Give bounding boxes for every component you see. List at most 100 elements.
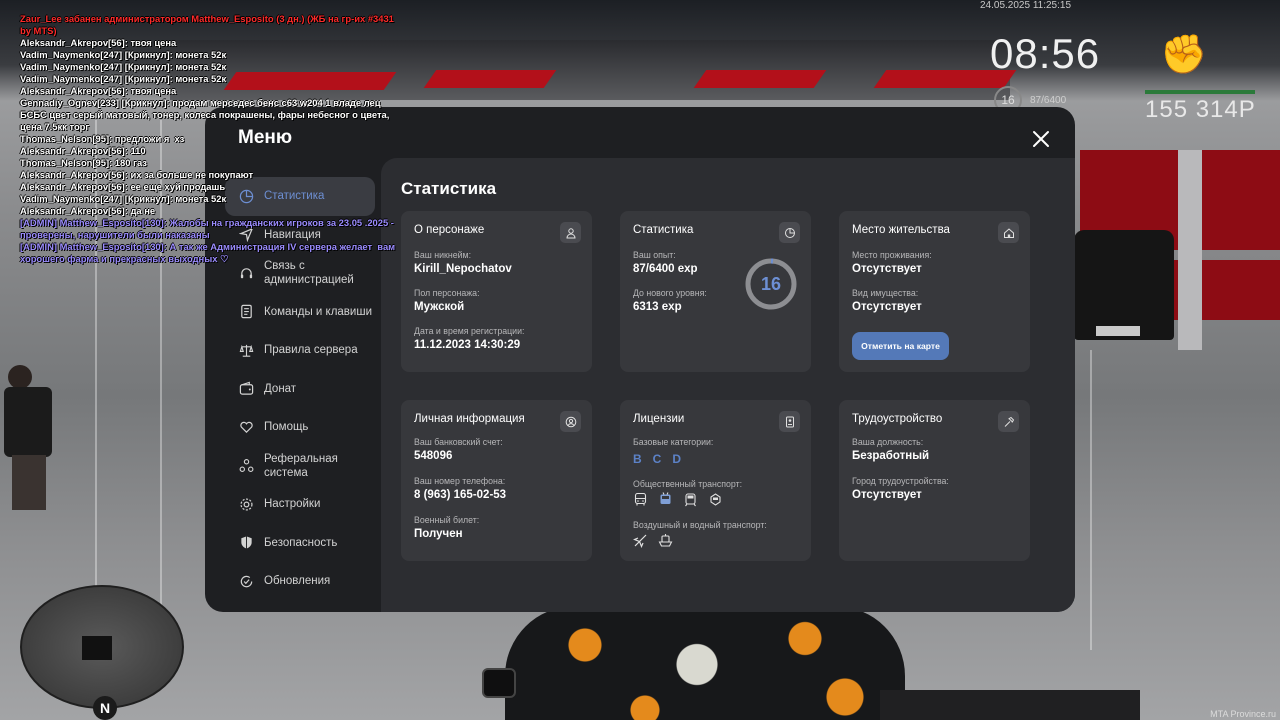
chat-log: Zaur_Lee забанен администратором Matthew…	[20, 13, 400, 265]
military-label: Военный билет:	[414, 515, 480, 525]
player-body	[4, 387, 52, 457]
document-icon	[238, 304, 254, 320]
tram-icon	[683, 492, 698, 507]
gear-icon	[238, 496, 254, 512]
nav-item-commands[interactable]: Команды и клавиши	[225, 293, 377, 332]
card-title: Личная информация	[414, 413, 525, 425]
nav-item-security[interactable]: Безопасность	[225, 524, 377, 563]
referral-icon	[238, 458, 254, 474]
nav-label: Правила сервера	[264, 344, 358, 357]
nav-item-updates[interactable]: Обновления	[225, 562, 377, 601]
license-category: C	[652, 452, 662, 466]
card-title: Статистика	[633, 224, 694, 236]
chat-line: Thomas_Nelson[95]: предложи я хз	[20, 133, 185, 144]
red-floor-stripe	[423, 70, 557, 88]
card-residence: Место жительства Место проживания: Отсут…	[839, 211, 1030, 372]
hud-money: 155 314Р	[1145, 96, 1256, 123]
user-circle-icon	[560, 411, 581, 432]
level-number: 16	[760, 274, 782, 294]
minimap-player-marker	[82, 636, 112, 660]
player-character	[0, 365, 72, 515]
chat-line: Aleksandr_Akrepov[56]: да не	[20, 205, 156, 216]
nav-label: Безопасность	[264, 536, 338, 549]
chat-line: Zaur_Lee забанен администратором Matthew…	[20, 13, 397, 36]
air-water-transport-label: Воздушный и водный транспорт:	[633, 520, 767, 530]
heart-hand-icon	[238, 419, 254, 435]
card-personal-info: Личная информация Ваш банковский счет: 5…	[401, 400, 592, 561]
nav-label: Обновления	[264, 575, 331, 588]
residence-place-value: Отсутствует	[852, 263, 922, 275]
residence-place-label: Место проживания:	[852, 250, 932, 260]
mark-on-map-button[interactable]: Отметить на карте	[852, 332, 949, 360]
exp-value: 87/6400 exp	[633, 263, 698, 275]
home-icon	[998, 222, 1019, 243]
chat-line: Aleksandr_Akrepov[56]: их за больше не п…	[20, 169, 254, 180]
public-transport-label: Общественный транспорт:	[633, 479, 743, 489]
property-label: Вид имущества:	[852, 288, 919, 298]
card-title: О персонаже	[414, 224, 485, 236]
minimap-north-indicator: N	[93, 696, 117, 720]
nav-item-referral[interactable]: Реферальная система	[225, 447, 377, 486]
license-category: B	[633, 452, 642, 466]
nav-label: Помощь	[264, 421, 309, 434]
card-licenses: Лицензии Базовые категории: B C D Общест…	[620, 400, 811, 561]
nav-item-help[interactable]: Помощь	[225, 408, 377, 447]
chart-pie-icon	[779, 222, 800, 243]
train-icon	[708, 492, 723, 507]
card-title: Трудоустройство	[852, 413, 943, 425]
gender-label: Пол персонажа:	[414, 288, 480, 298]
hud-exp: 87/6400	[1030, 95, 1067, 106]
bank-label: Ваш банковский счет:	[414, 437, 503, 447]
trolleybus-icon	[658, 492, 673, 507]
phone-value: 8 (963) 165-02-53	[414, 489, 507, 501]
boat-icon	[658, 533, 673, 548]
work-city-value: Отсутствует	[852, 489, 922, 501]
chat-line: Aleksandr_Akrepov[56]: твоя цена	[20, 85, 177, 96]
nav-item-settings[interactable]: Настройки	[225, 485, 377, 524]
player-legs	[12, 455, 46, 510]
parked-car	[1074, 230, 1174, 340]
wallet-icon	[238, 381, 254, 397]
card-title: Лицензии	[633, 413, 685, 425]
nav-item-rules[interactable]: Правила сервера	[225, 331, 377, 370]
server-watermark: MTA Province.ru	[1210, 709, 1276, 719]
hud-time: 08:56	[990, 30, 1101, 77]
nav-item-donate[interactable]: Донат	[225, 370, 377, 409]
chat-line: Vadim_Naymenko[247] [Крикнул]: монета 52…	[20, 49, 227, 60]
vehicle-hood	[880, 690, 1140, 720]
chat-line: Aleksandr_Akrepov[56]: твоя цена	[20, 37, 177, 48]
player-head	[8, 365, 32, 389]
shield-icon	[238, 535, 254, 551]
basic-categories-label: Базовые категории:	[633, 437, 714, 447]
vehicle-mirror	[482, 668, 516, 698]
exp-label: Ваш опыт:	[633, 250, 676, 260]
public-transport-icons	[633, 492, 723, 507]
red-floor-stripe	[693, 70, 827, 88]
nav-label: Команды и клавиши	[264, 305, 372, 318]
nav-label: Настройки	[264, 498, 321, 511]
chat-line: Aleksandr_Akrepov[56]: ее еще хуй продаш…	[20, 181, 226, 192]
license-categories: B C D	[633, 452, 681, 466]
content-title: Статистика	[401, 179, 497, 198]
garage-pillar	[1178, 150, 1202, 350]
card-character: О персонаже Ваш никнейм: Kirill_Nepochat…	[401, 211, 592, 372]
registration-label: Дата и время регистрации:	[414, 326, 525, 336]
user-icon	[560, 222, 581, 243]
chat-line: [ADMIN] Matthew_Esposito[130]: А так же …	[20, 241, 398, 264]
license-category: D	[672, 452, 682, 466]
pumpkin-vehicle-roof	[505, 606, 905, 720]
close-button[interactable]	[1027, 125, 1055, 153]
floor-line	[1090, 350, 1092, 650]
chat-line: Vadim_Naymenko[247] [Крикнул]: монета 52…	[20, 61, 227, 72]
phone-label: Ваш номер телефона:	[414, 476, 506, 486]
air-water-transport-icons	[632, 533, 673, 549]
license-plate	[1096, 326, 1140, 336]
card-title: Место жительства	[852, 224, 950, 236]
plane-icon	[632, 533, 648, 549]
nickname-label: Ваш никнейм:	[414, 250, 472, 260]
chat-line: [ADMIN] Matthew_Esposito[130]: Жалобы на…	[20, 217, 397, 240]
license-icon	[779, 411, 800, 432]
gender-value: Мужской	[414, 301, 465, 313]
card-stats: Статистика Ваш опыт: 87/6400 exp До ново…	[620, 211, 811, 372]
chat-line: Vadim_Naymenko[247] [Крикнул]: монета 52…	[20, 73, 227, 84]
